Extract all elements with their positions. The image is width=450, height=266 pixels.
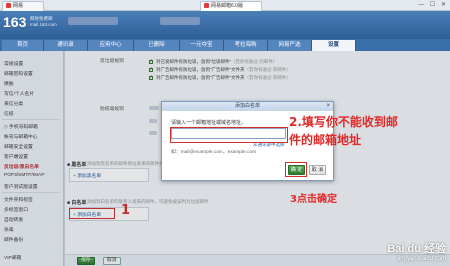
main-nav: 首页 通讯录 应用中心 已删除 一元夺宝 考拉海购 网易严选 设置 [0, 39, 450, 51]
blurred-user-info [160, 17, 200, 25]
browser-tab-1[interactable]: 网易 [2, 1, 44, 11]
dialog-title: 添加白名单 [162, 102, 333, 111]
mail-header: 163 网易免费邮 mail.163.com [0, 11, 450, 39]
dialog-prompt: 请输入一个邮箱地址或域名地址。 [171, 120, 247, 126]
nav-tab-settings[interactable]: 设置 [312, 40, 356, 51]
confirm-highlight [285, 162, 307, 177]
baidu-jingyan-watermark: Bai du 经验 jingyan.baidu.com [387, 243, 446, 262]
dialog-cancel-button[interactable]: 取 消 [309, 165, 326, 175]
nav-tab-home[interactable]: 首页 [2, 40, 44, 51]
annotation-step3: 3点击确定 [290, 194, 337, 205]
browser-tab-bar: 网易 网易邮箱6.0版 — ☐ ✕ [0, 0, 450, 11]
nav-tab-duobao[interactable]: 一元夺宝 [180, 40, 224, 51]
close-icon[interactable]: × [326, 102, 330, 111]
nav-tab-apps[interactable]: 应用中心 [88, 40, 134, 51]
nav-tab-yanxuan[interactable]: 网易严选 [268, 40, 312, 51]
input-highlight [170, 127, 288, 143]
nav-tab-deleted[interactable]: 已删除 [134, 40, 180, 51]
annotation-step2-line2: 件的邮箱地址 [289, 133, 362, 147]
logo-163[interactable]: 163 [3, 14, 26, 30]
nav-tab-kaola[interactable]: 考拉海购 [224, 40, 268, 51]
window-controls[interactable]: — ☐ ✕ [418, 1, 448, 8]
nav-tab-contacts[interactable]: 通讯录 [44, 40, 88, 51]
logo-subtitle: 网易免费邮 mail.163.com [30, 16, 57, 27]
favicon-icon [204, 3, 209, 8]
blurred-user-info [68, 17, 118, 25]
favicon-icon [6, 3, 11, 8]
dialog-example: 如：mail@example.com，example.com [171, 150, 257, 155]
browser-tab-2[interactable]: 网易邮箱6.0版 [200, 1, 262, 11]
annotation-step2-line1: 2.填写你不能收到邮 [289, 115, 398, 129]
